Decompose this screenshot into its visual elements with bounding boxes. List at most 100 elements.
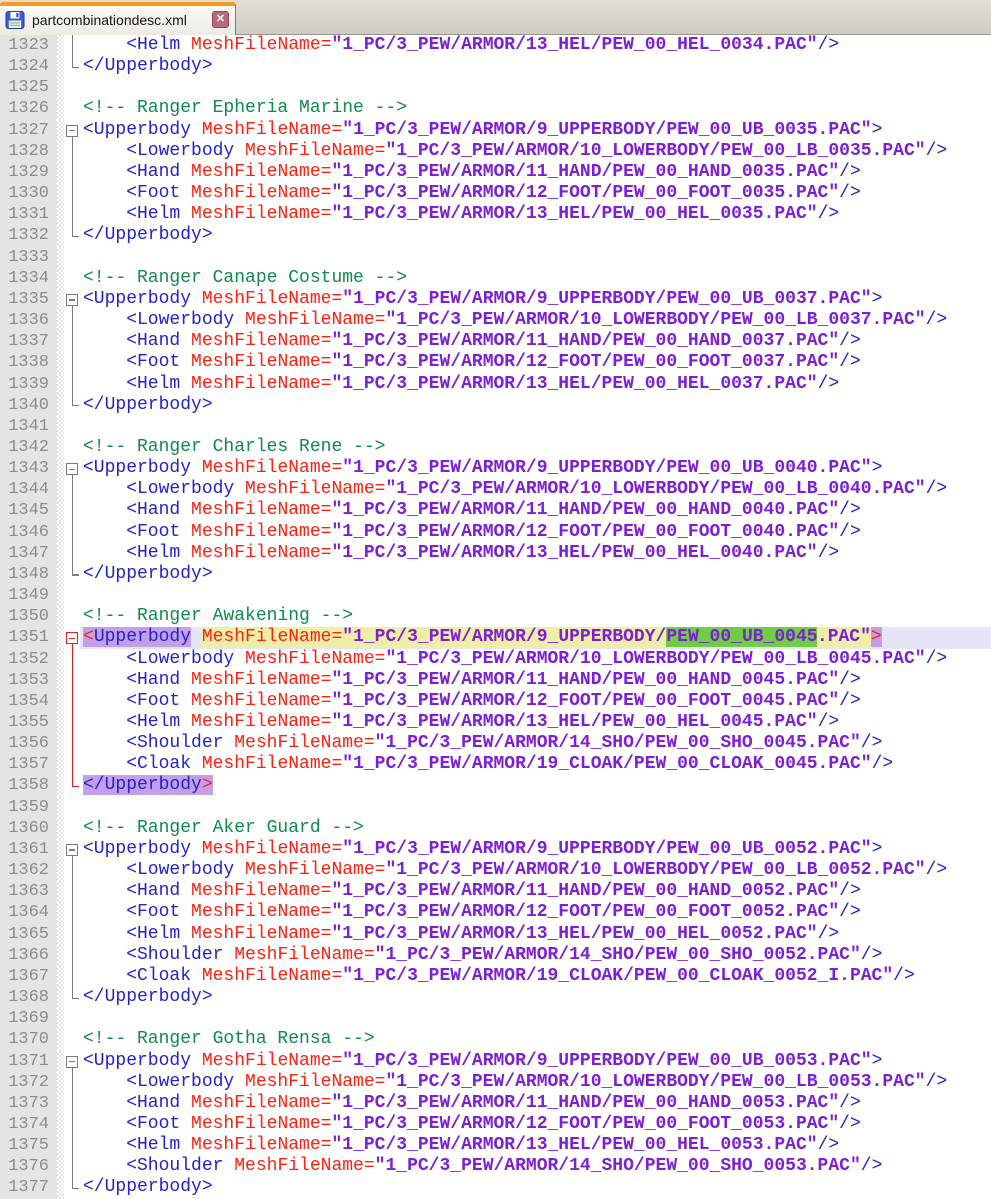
code-text[interactable]: <Foot MeshFileName="1_PC/3_PEW/ARMOR/12_… — [80, 1114, 991, 1135]
line-number[interactable]: 1377 — [0, 1177, 57, 1198]
code-text[interactable]: </Upperbody> — [80, 395, 991, 416]
line-number[interactable]: 1323 — [0, 35, 57, 56]
fold-margin[interactable] — [64, 56, 80, 77]
code-line[interactable]: 1364 <Foot MeshFileName="1_PC/3_PEW/ARMO… — [0, 902, 991, 923]
code-text[interactable]: <!-- Ranger Charles Rene --> — [80, 437, 991, 458]
fold-margin[interactable] — [64, 775, 80, 796]
code-line[interactable]: 1351<Upperbody MeshFileName="1_PC/3_PEW/… — [0, 627, 991, 648]
code-text[interactable]: <Upperbody MeshFileName="1_PC/3_PEW/ARMO… — [80, 1051, 991, 1072]
line-number[interactable]: 1375 — [0, 1135, 57, 1156]
code-line[interactable]: 1343<Upperbody MeshFileName="1_PC/3_PEW/… — [0, 458, 991, 479]
code-line[interactable]: 1354 <Foot MeshFileName="1_PC/3_PEW/ARMO… — [0, 691, 991, 712]
fold-margin[interactable] — [64, 818, 80, 839]
code-line[interactable]: 1329 <Hand MeshFileName="1_PC/3_PEW/ARMO… — [0, 162, 991, 183]
code-text[interactable]: <Helm MeshFileName="1_PC/3_PEW/ARMOR/13_… — [80, 1135, 991, 1156]
code-line[interactable]: 1361<Upperbody MeshFileName="1_PC/3_PEW/… — [0, 839, 991, 860]
fold-margin[interactable] — [64, 522, 80, 543]
line-number[interactable]: 1339 — [0, 374, 57, 395]
bookmark-margin[interactable] — [57, 585, 64, 606]
fold-margin[interactable] — [64, 649, 80, 670]
line-number[interactable]: 1328 — [0, 141, 57, 162]
code-line[interactable]: 1336 <Lowerbody MeshFileName="1_PC/3_PEW… — [0, 310, 991, 331]
bookmark-margin[interactable] — [57, 902, 64, 923]
code-line[interactable]: 1350<!-- Ranger Awakening --> — [0, 606, 991, 627]
fold-margin[interactable] — [64, 374, 80, 395]
code-text[interactable] — [80, 797, 991, 818]
code-line[interactable]: 1375 <Helm MeshFileName="1_PC/3_PEW/ARMO… — [0, 1135, 991, 1156]
code-line[interactable]: 1332</Upperbody> — [0, 225, 991, 246]
code-line[interactable]: 1352 <Lowerbody MeshFileName="1_PC/3_PEW… — [0, 649, 991, 670]
code-line[interactable]: 1360<!-- Ranger Aker Guard --> — [0, 818, 991, 839]
line-number[interactable]: 1335 — [0, 289, 57, 310]
fold-margin[interactable] — [64, 458, 80, 479]
line-number[interactable]: 1342 — [0, 437, 57, 458]
bookmark-margin[interactable] — [57, 627, 64, 648]
bookmark-margin[interactable] — [57, 458, 64, 479]
code-text[interactable]: <Upperbody MeshFileName="1_PC/3_PEW/ARMO… — [80, 627, 991, 648]
code-text[interactable]: <Helm MeshFileName="1_PC/3_PEW/ARMOR/13_… — [80, 712, 991, 733]
line-number[interactable]: 1338 — [0, 352, 57, 373]
code-text[interactable]: <Hand MeshFileName="1_PC/3_PEW/ARMOR/11_… — [80, 1093, 991, 1114]
code-line[interactable]: 1337 <Hand MeshFileName="1_PC/3_PEW/ARMO… — [0, 331, 991, 352]
fold-margin[interactable] — [64, 670, 80, 691]
code-line[interactable]: 1371<Upperbody MeshFileName="1_PC/3_PEW/… — [0, 1051, 991, 1072]
line-number[interactable]: 1324 — [0, 56, 57, 77]
code-text[interactable]: <Foot MeshFileName="1_PC/3_PEW/ARMOR/12_… — [80, 902, 991, 923]
fold-margin[interactable] — [64, 141, 80, 162]
code-line[interactable]: 1370<!-- Ranger Gotha Rensa --> — [0, 1029, 991, 1050]
code-text[interactable]: <Lowerbody MeshFileName="1_PC/3_PEW/ARMO… — [80, 860, 991, 881]
fold-margin[interactable] — [64, 754, 80, 775]
bookmark-margin[interactable] — [57, 183, 64, 204]
bookmark-margin[interactable] — [57, 1008, 64, 1029]
code-line[interactable]: 1359 — [0, 797, 991, 818]
line-number[interactable]: 1359 — [0, 797, 57, 818]
code-line[interactable]: 1363 <Hand MeshFileName="1_PC/3_PEW/ARMO… — [0, 881, 991, 902]
code-text[interactable]: <Foot MeshFileName="1_PC/3_PEW/ARMOR/12_… — [80, 691, 991, 712]
bookmark-margin[interactable] — [57, 797, 64, 818]
fold-collapse-toggle-icon[interactable] — [66, 632, 78, 644]
fold-margin[interactable] — [64, 839, 80, 860]
line-number[interactable]: 1336 — [0, 310, 57, 331]
bookmark-margin[interactable] — [57, 479, 64, 500]
code-line[interactable]: 1377 </Upperbody> — [0, 1177, 991, 1198]
bookmark-margin[interactable] — [57, 35, 64, 56]
code-text[interactable]: </Upperbody> — [80, 987, 991, 1008]
code-text[interactable] — [80, 585, 991, 606]
code-line[interactable]: 1349 — [0, 585, 991, 606]
line-number[interactable]: 1325 — [0, 77, 57, 98]
fold-margin[interactable] — [64, 77, 80, 98]
fold-margin[interactable] — [64, 987, 80, 1008]
code-text[interactable]: <Foot MeshFileName="1_PC/3_PEW/ARMOR/12_… — [80, 522, 991, 543]
code-text[interactable]: </Upperbody> — [80, 1177, 991, 1198]
code-line[interactable]: 1356 <Shoulder MeshFileName="1_PC/3_PEW/… — [0, 733, 991, 754]
code-line[interactable]: 1358</Upperbody> — [0, 775, 991, 796]
bookmark-margin[interactable] — [57, 966, 64, 987]
code-line[interactable]: 1372 <Lowerbody MeshFileName="1_PC/3_PEW… — [0, 1072, 991, 1093]
line-number[interactable]: 1340 — [0, 395, 57, 416]
bookmark-margin[interactable] — [57, 77, 64, 98]
bookmark-margin[interactable] — [57, 1177, 64, 1198]
bookmark-margin[interactable] — [57, 1093, 64, 1114]
code-line[interactable]: 1327<Upperbody MeshFileName="1_PC/3_PEW/… — [0, 120, 991, 141]
code-line[interactable]: 1338 <Foot MeshFileName="1_PC/3_PEW/ARMO… — [0, 352, 991, 373]
code-line[interactable]: 1367 <Cloak MeshFileName="1_PC/3_PEW/ARM… — [0, 966, 991, 987]
code-text[interactable]: <Lowerbody MeshFileName="1_PC/3_PEW/ARMO… — [80, 310, 991, 331]
code-text[interactable]: <Lowerbody MeshFileName="1_PC/3_PEW/ARMO… — [80, 141, 991, 162]
line-number[interactable]: 1354 — [0, 691, 57, 712]
code-text[interactable]: <Helm MeshFileName="1_PC/3_PEW/ARMOR/13_… — [80, 35, 991, 56]
line-number[interactable]: 1350 — [0, 606, 57, 627]
fold-margin[interactable] — [64, 289, 80, 310]
line-number[interactable]: 1344 — [0, 479, 57, 500]
fold-margin[interactable] — [64, 500, 80, 521]
fold-margin[interactable] — [64, 204, 80, 225]
bookmark-margin[interactable] — [57, 775, 64, 796]
bookmark-margin[interactable] — [57, 352, 64, 373]
line-number[interactable]: 1345 — [0, 500, 57, 521]
line-number[interactable]: 1362 — [0, 860, 57, 881]
bookmark-margin[interactable] — [57, 500, 64, 521]
bookmark-margin[interactable] — [57, 225, 64, 246]
fold-margin[interactable] — [64, 331, 80, 352]
code-line[interactable]: 1374 <Foot MeshFileName="1_PC/3_PEW/ARMO… — [0, 1114, 991, 1135]
fold-margin[interactable] — [64, 120, 80, 141]
fold-margin[interactable] — [64, 225, 80, 246]
